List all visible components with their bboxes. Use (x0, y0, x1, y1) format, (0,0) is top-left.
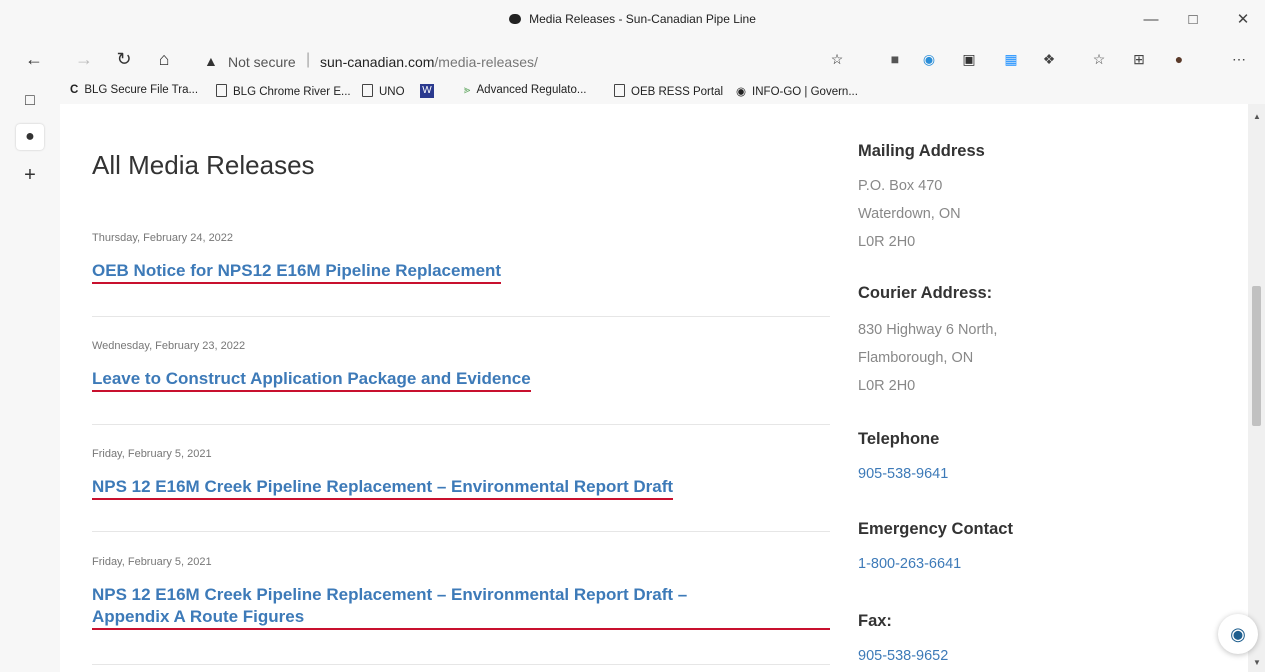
release-link[interactable]: Leave to Construct Application Package a… (92, 368, 531, 392)
restore-icon[interactable]: □ (1178, 8, 1208, 32)
bookmark-info-go[interactable]: ◉ INFO-GO | Govern... (736, 84, 858, 98)
collections-icon[interactable]: ⊞ (1128, 48, 1150, 70)
divider (92, 424, 830, 425)
profile-avatar[interactable]: ● (1168, 48, 1190, 70)
release-link[interactable]: NPS 12 E16M Creek Pipeline Replacement –… (92, 476, 674, 500)
bookmark-oeb-ress[interactable]: OEB RESS Portal (614, 84, 723, 98)
extension-b-icon[interactable]: ◉ (918, 48, 940, 70)
url-domain: sun-canadian.com (320, 54, 435, 70)
bookmarks-bar: C BLG Secure File Tra... BLG Chrome River… (60, 78, 1265, 104)
page-scrollbar[interactable]: ▲ ▼ (1248, 104, 1265, 672)
favorites-icon[interactable]: ☆ (1088, 48, 1110, 70)
bookmark-blg-chrome-river[interactable]: BLG Chrome River E... (216, 84, 351, 98)
divider (92, 664, 830, 665)
title-bar: Media Releases - Sun-Canadian Pipe Line … (0, 0, 1265, 40)
release-date: Friday, February 5, 2021 (92, 556, 212, 568)
courier-address: 830 Highway 6 North, Flamborough, ON L0R… (858, 322, 998, 394)
release-link[interactable]: NPS 12 E16M Creek Pipeline Replacement –… (92, 584, 830, 630)
site-favicon-icon (509, 14, 522, 24)
close-icon[interactable]: ✕ (1228, 8, 1258, 32)
refresh-icon[interactable]: ↻ (112, 48, 136, 72)
mailing-address-heading: Mailing Address (858, 142, 985, 160)
telephone-link[interactable]: 905-538-9641 (858, 466, 948, 482)
divider (92, 531, 830, 532)
url-text[interactable]: sun-canadian.com/media-releases/ (320, 54, 538, 70)
bookmark-uno[interactable]: UNO (362, 84, 405, 98)
mailing-address: P.O. Box 470 Waterdown, ON L0R 2H0 (858, 178, 961, 250)
telephone-heading: Telephone (858, 430, 940, 448)
url-path: /media-releases/ (434, 54, 538, 70)
address-bar[interactable]: ▲ Not secure | sun-canadian.com/media-re… (186, 48, 854, 76)
fax-link[interactable]: 905-538-9652 (858, 648, 948, 664)
release-date: Wednesday, February 23, 2022 (92, 340, 246, 352)
blg-logo-icon: C (70, 84, 79, 96)
scroll-thumb[interactable] (1252, 286, 1261, 426)
puzzle-extensions-icon[interactable]: ❖ (1038, 48, 1060, 70)
add-favorite-icon[interactable]: ☆ (826, 48, 848, 70)
home-icon[interactable]: ⌂ (152, 48, 176, 72)
minimize-icon[interactable]: — (1136, 8, 1166, 32)
release-date: Thursday, February 24, 2022 (92, 232, 234, 244)
release-date: Friday, February 5, 2021 (92, 448, 212, 460)
page-icon (216, 84, 227, 97)
forward-icon[interactable]: → (72, 48, 96, 72)
scroll-up-icon[interactable]: ▲ (1253, 112, 1261, 121)
tab-media-releases[interactable]: ● (16, 124, 44, 150)
bookmark-advanced-regulatory[interactable]: ⪢ Advanced Regulato... (464, 84, 586, 97)
new-tab-icon[interactable]: + (16, 162, 44, 188)
page-title: All Media Releases (92, 150, 315, 180)
link-underline (92, 282, 502, 284)
extension-a-icon[interactable]: ■ (884, 48, 906, 70)
courier-address-heading: Courier Address: (858, 284, 993, 302)
tab-actions-icon[interactable]: □ (16, 88, 44, 114)
bookmark-w[interactable]: W (420, 84, 434, 98)
bookmark-blg-secure[interactable]: C BLG Secure File Tra... (70, 84, 198, 96)
emergency-phone-link[interactable]: 1-800-263-6641 (858, 556, 961, 572)
windows-extension-icon[interactable]: ▦ (1000, 48, 1022, 70)
address-separator: | (306, 51, 311, 68)
scroll-down-icon[interactable]: ▼ (1253, 658, 1261, 667)
fax-heading: Fax: (858, 612, 892, 630)
more-menu-icon[interactable]: ⋯ (1228, 48, 1250, 70)
back-icon[interactable]: ← (22, 48, 46, 72)
emergency-contact-heading: Emergency Contact (858, 520, 1013, 538)
w-logo-icon: W (420, 84, 434, 98)
release-link[interactable]: OEB Notice for NPS12 E16M Pipeline Repla… (92, 260, 502, 284)
chat-widget-icon[interactable]: ◉ (1218, 614, 1258, 654)
link-underline (92, 390, 531, 392)
window-title: Media Releases - Sun-Canadian Pipe Line (0, 12, 1265, 26)
page-icon (614, 84, 625, 97)
divider (92, 316, 830, 317)
link-underline (92, 498, 674, 500)
share-icon: ⪢ (464, 84, 471, 96)
security-label[interactable]: Not secure (228, 54, 296, 70)
link-underline (92, 628, 830, 630)
vertical-tabs-sidebar: □ ● + (0, 78, 60, 672)
info-go-icon: ◉ (736, 86, 747, 98)
page-icon (362, 84, 373, 97)
extension-c-icon[interactable]: ▣ (958, 48, 980, 70)
warning-icon[interactable]: ▲ (204, 53, 218, 69)
window-title-text: Media Releases - Sun-Canadian Pipe Line (529, 12, 756, 26)
